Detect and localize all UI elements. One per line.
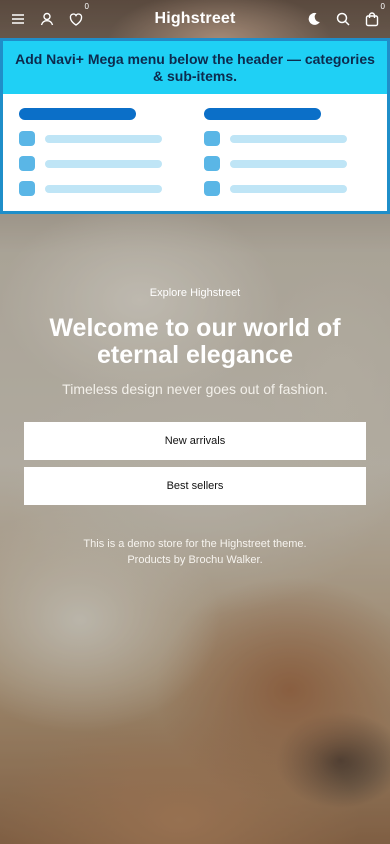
sub-item-icon	[204, 156, 220, 171]
sub-item-line	[45, 184, 162, 193]
sub-item-placeholder	[204, 131, 354, 146]
sub-item-line	[230, 134, 347, 143]
hero-content: Explore Highstreet Welcome to our world …	[0, 280, 390, 568]
sub-item-icon	[19, 131, 35, 146]
sub-item-line	[45, 159, 162, 168]
mega-menu-banner: Add Navi+ Mega menu below the header — c…	[3, 41, 387, 94]
bag-icon	[365, 12, 379, 27]
header-right-actions: 0	[306, 2, 385, 27]
sub-item-placeholder	[19, 181, 169, 196]
hero-subline: Timeless design never goes out of fashio…	[62, 381, 328, 397]
hamburger-icon[interactable]	[10, 11, 26, 27]
wishlist-count: 0	[84, 2, 89, 11]
brand-logo[interactable]: Highstreet	[154, 10, 235, 28]
header-left-actions: 0	[10, 2, 89, 27]
cart-count: 0	[380, 2, 385, 11]
sub-item-placeholder	[204, 181, 354, 196]
demo-note-line-1: This is a demo store for the Highstreet …	[83, 538, 307, 550]
sub-item-placeholder	[19, 156, 169, 171]
user-icon[interactable]	[39, 11, 55, 27]
mega-menu-column	[19, 108, 169, 196]
category-title-placeholder	[19, 108, 136, 120]
mega-menu-preview	[3, 94, 387, 211]
sub-item-icon	[19, 156, 35, 171]
sub-item-icon	[204, 181, 220, 196]
site-header: 0 Highstreet 0	[0, 0, 390, 38]
sub-item-line	[45, 134, 162, 143]
hero-headline: Welcome to our world of eternal elegance	[49, 314, 341, 369]
sub-item-line	[230, 184, 347, 193]
mega-menu-placeholder: Add Navi+ Mega menu below the header — c…	[0, 38, 390, 214]
mega-menu-column	[204, 108, 354, 196]
sub-item-placeholder	[204, 156, 354, 171]
sub-item-placeholder	[19, 131, 169, 146]
sub-item-line	[230, 159, 347, 168]
new-arrivals-button[interactable]: New arrivals	[24, 422, 366, 460]
category-title-placeholder	[204, 108, 321, 120]
search-icon[interactable]	[335, 11, 351, 27]
best-sellers-button[interactable]: Best sellers	[24, 467, 366, 505]
wishlist-button[interactable]: 0	[68, 2, 89, 27]
demo-note-line-2: Products by Brochu Walker.	[127, 554, 263, 566]
sub-item-icon	[19, 181, 35, 196]
cart-button[interactable]: 0	[364, 2, 385, 27]
hero-eyebrow: Explore Highstreet	[149, 287, 241, 299]
demo-store-note: This is a demo store for the Highstreet …	[0, 536, 390, 568]
sub-item-icon	[204, 131, 220, 146]
moon-icon[interactable]	[306, 11, 322, 27]
heart-icon	[69, 13, 83, 26]
